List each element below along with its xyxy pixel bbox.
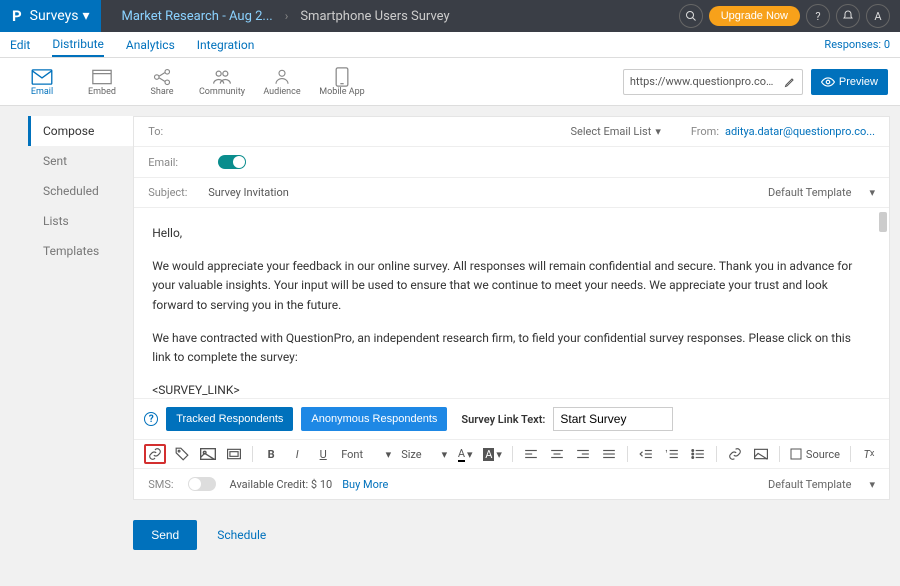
- from-label: From:: [691, 125, 719, 138]
- size-select[interactable]: Size▾: [399, 444, 449, 464]
- align-center-icon[interactable]: [547, 444, 567, 464]
- rich-text-toolbar: B I U Font▾ Size▾ A▾ A▾ 1: [134, 439, 889, 468]
- sidebar-item-scheduled[interactable]: Scheduled: [28, 176, 133, 206]
- email-toggle[interactable]: [218, 155, 246, 169]
- channel-embed[interactable]: Embed: [72, 67, 132, 97]
- sms-credit: Available Credit: $ 10: [230, 478, 333, 491]
- clear-format-icon[interactable]: Tx: [859, 444, 879, 464]
- sms-label: SMS:: [148, 478, 173, 491]
- outdent-icon[interactable]: [636, 444, 656, 464]
- embed-icon[interactable]: [224, 444, 244, 464]
- sms-toggle[interactable]: [188, 477, 216, 491]
- align-justify-icon[interactable]: [599, 444, 619, 464]
- tag-icon[interactable]: [172, 444, 192, 464]
- eye-icon: [821, 77, 835, 87]
- underline-icon[interactable]: U: [313, 444, 333, 464]
- buy-more-link[interactable]: Buy More: [342, 478, 388, 491]
- bg-color-icon[interactable]: A▾: [481, 444, 504, 464]
- select-email-list[interactable]: Select Email List ▾: [571, 125, 661, 138]
- link-icon[interactable]: [144, 444, 166, 464]
- italic-icon[interactable]: I: [287, 444, 307, 464]
- mobile-icon: [335, 67, 349, 87]
- email-icon: [31, 67, 53, 87]
- sidebar-item-compose[interactable]: Compose: [31, 116, 133, 146]
- font-select[interactable]: Font▾: [339, 444, 393, 464]
- search-icon[interactable]: [679, 4, 703, 28]
- template-select[interactable]: Default Template ▾: [768, 186, 875, 199]
- sms-template-select[interactable]: Default Template ▾: [768, 478, 875, 491]
- tab-analytics[interactable]: Analytics: [126, 34, 175, 56]
- tab-distribute[interactable]: Distribute: [52, 33, 104, 57]
- bold-icon[interactable]: B: [261, 444, 281, 464]
- ordered-list-icon[interactable]: 1: [662, 444, 682, 464]
- channel-audience[interactable]: Audience: [252, 67, 312, 97]
- scrollbar[interactable]: [879, 212, 887, 232]
- text-color-icon[interactable]: A▾: [455, 444, 475, 464]
- tab-edit[interactable]: Edit: [10, 34, 30, 56]
- anonymous-respondents-button[interactable]: Anonymous Respondents: [301, 407, 447, 431]
- survey-url-box[interactable]: https://www.questionpro.com/t/APNrFZ: [623, 69, 803, 95]
- brand-menu[interactable]: P Surveys ▾: [0, 0, 101, 32]
- survey-url: https://www.questionpro.com/t/APNrFZ: [630, 75, 780, 88]
- channel-email[interactable]: Email: [12, 67, 72, 97]
- to-label: To:: [148, 125, 208, 138]
- channel-community[interactable]: Community: [192, 67, 252, 97]
- help-icon[interactable]: ?: [144, 412, 158, 426]
- tracked-respondents-button[interactable]: Tracked Respondents: [166, 407, 293, 431]
- brand-letter: P: [12, 7, 22, 25]
- source-button[interactable]: Source: [788, 444, 842, 464]
- caret-down-icon: ▾: [869, 478, 875, 491]
- survey-link-text-input[interactable]: [553, 407, 673, 431]
- svg-text:1: 1: [665, 449, 667, 453]
- preview-button[interactable]: Preview: [811, 69, 888, 95]
- email-body-editor[interactable]: Hello, We would appreciate your feedback…: [134, 208, 889, 398]
- image-icon[interactable]: [198, 444, 218, 464]
- bell-icon[interactable]: [836, 4, 860, 28]
- unordered-list-icon[interactable]: [688, 444, 708, 464]
- breadcrumb-survey[interactable]: Smartphone Users Survey: [300, 9, 449, 24]
- responses-count[interactable]: Responses: 0: [824, 38, 890, 51]
- chevron-right-icon: ›: [285, 9, 289, 23]
- sidebar-item-lists[interactable]: Lists: [28, 206, 133, 236]
- survey-link-text-label: Survey Link Text:: [461, 413, 545, 426]
- schedule-link[interactable]: Schedule: [217, 528, 266, 542]
- upgrade-button[interactable]: Upgrade Now: [709, 6, 800, 26]
- share-icon: [153, 67, 171, 87]
- tab-integration[interactable]: Integration: [197, 34, 255, 56]
- avatar[interactable]: A: [866, 4, 890, 28]
- caret-down-icon: ▾: [655, 125, 661, 138]
- caret-down-icon: ▾: [869, 186, 875, 199]
- send-button[interactable]: Send: [133, 520, 197, 550]
- embed-icon: [92, 67, 112, 87]
- help-icon[interactable]: ?: [806, 4, 830, 28]
- sidebar-item-sent[interactable]: Sent: [28, 146, 133, 176]
- brand-label: Surveys: [30, 8, 79, 24]
- align-right-icon[interactable]: [573, 444, 593, 464]
- channel-share[interactable]: Share: [132, 67, 192, 97]
- subject-label: Subject:: [148, 186, 208, 199]
- from-value[interactable]: aditya.datar@questionpro.co...: [725, 125, 875, 138]
- caret-down-icon: ▾: [82, 8, 89, 24]
- channel-mobile[interactable]: Mobile App: [312, 67, 372, 97]
- sidebar-item-templates[interactable]: Templates: [28, 236, 133, 266]
- subject-value[interactable]: Survey Invitation: [208, 186, 289, 199]
- breadcrumb-project[interactable]: Market Research - Aug 2...: [121, 9, 272, 24]
- community-icon: [212, 67, 232, 87]
- email-toggle-label: Email:: [148, 156, 208, 169]
- audience-icon: [273, 67, 291, 87]
- edit-icon[interactable]: [784, 76, 796, 88]
- align-left-icon[interactable]: [521, 444, 541, 464]
- insert-image-icon[interactable]: [751, 444, 771, 464]
- hyperlink-icon[interactable]: [725, 444, 745, 464]
